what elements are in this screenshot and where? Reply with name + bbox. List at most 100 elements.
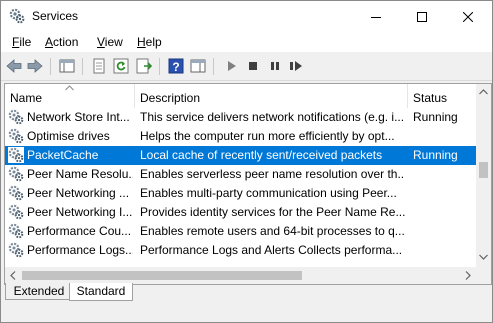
service-status: Running bbox=[413, 148, 458, 162]
pause-service-button[interactable] bbox=[266, 57, 284, 75]
service-row[interactable]: Performance Logs... Performance Logs and … bbox=[5, 241, 476, 260]
start-service-button[interactable] bbox=[222, 57, 240, 75]
pause-icon bbox=[271, 62, 279, 70]
service-name: Peer Networking I... bbox=[27, 205, 133, 219]
minimize-icon bbox=[371, 16, 381, 18]
service-status bbox=[413, 127, 475, 146]
svg-text:?: ? bbox=[172, 60, 179, 74]
services-gear-icon bbox=[9, 8, 25, 24]
back-button[interactable] bbox=[5, 57, 23, 75]
toolbar-separator bbox=[50, 58, 51, 75]
service-gear-icon bbox=[8, 223, 24, 239]
menu-bar: File Action View Help bbox=[1, 32, 492, 52]
maximize-button[interactable] bbox=[399, 1, 445, 32]
services-list: Name Description Status Network Store In… bbox=[4, 83, 492, 285]
help-button[interactable]: ? bbox=[167, 57, 185, 75]
toolbar-separator bbox=[213, 58, 214, 75]
menu-help[interactable]: Help bbox=[137, 35, 162, 49]
scroll-down-icon[interactable] bbox=[479, 254, 488, 260]
stop-icon bbox=[249, 62, 257, 70]
toolbar-separator bbox=[82, 58, 83, 75]
refresh-icon bbox=[113, 58, 129, 74]
service-name: Performance Logs... bbox=[27, 243, 133, 257]
vertical-scroll-thumb[interactable] bbox=[479, 162, 488, 178]
service-gear-icon bbox=[8, 204, 24, 220]
service-row[interactable]: Peer Name Resolu... Enables serverless pe… bbox=[5, 165, 476, 184]
restart-icon bbox=[290, 61, 302, 71]
service-name: Peer Name Resolu... bbox=[27, 167, 133, 181]
menu-file[interactable]: File bbox=[12, 35, 31, 49]
service-row[interactable]: Peer Networking ... Enables multi-party c… bbox=[5, 184, 476, 203]
scroll-left-icon[interactable] bbox=[10, 271, 16, 280]
scroll-right-icon[interactable] bbox=[465, 271, 471, 280]
refresh-button[interactable] bbox=[112, 57, 130, 75]
scroll-up-icon[interactable] bbox=[479, 89, 488, 95]
service-status: Running bbox=[413, 110, 458, 124]
column-header: Name Description Status bbox=[5, 84, 476, 108]
horizontal-scrollbar[interactable] bbox=[5, 267, 476, 284]
service-description: Helps the computer run more efficiently … bbox=[140, 129, 395, 143]
service-row[interactable]: Peer Networking I... Provides identity se… bbox=[5, 203, 476, 222]
service-gear-icon bbox=[8, 147, 24, 163]
service-status bbox=[413, 184, 475, 203]
stop-service-button[interactable] bbox=[244, 57, 262, 75]
service-status bbox=[413, 165, 475, 184]
forward-icon bbox=[27, 59, 43, 73]
service-name: PacketCache bbox=[27, 148, 99, 162]
properties-button[interactable] bbox=[90, 57, 108, 75]
horizontal-scroll-thumb[interactable] bbox=[22, 271, 302, 280]
show-hide-icon bbox=[190, 59, 206, 73]
window-title: Services bbox=[32, 9, 79, 23]
service-name: Network Store Int... bbox=[27, 110, 130, 124]
scrollbar-corner bbox=[476, 267, 491, 284]
forward-button[interactable] bbox=[26, 57, 44, 75]
column-status[interactable]: Status bbox=[408, 84, 476, 108]
service-status bbox=[413, 222, 475, 241]
status-bar bbox=[1, 302, 492, 322]
column-description[interactable]: Description bbox=[135, 84, 408, 108]
service-description: Enables serverless peer name resolution … bbox=[140, 167, 405, 181]
vertical-scrollbar[interactable] bbox=[476, 84, 491, 267]
toolbar: ? bbox=[1, 53, 492, 81]
service-gear-icon bbox=[8, 128, 24, 144]
back-icon bbox=[6, 59, 22, 73]
service-gear-icon bbox=[8, 242, 24, 258]
service-gear-icon bbox=[8, 185, 24, 201]
services-window: Services File Action View Help ? Name De… bbox=[0, 0, 493, 323]
tab-extended[interactable]: Extended bbox=[5, 283, 73, 300]
service-description: Performance Logs and Alerts Collects per… bbox=[140, 243, 403, 257]
toolbar-separator bbox=[159, 58, 160, 75]
service-description: This service delivers network notificati… bbox=[140, 110, 405, 124]
minimize-button[interactable] bbox=[353, 1, 399, 32]
close-button[interactable] bbox=[445, 1, 491, 32]
close-icon bbox=[463, 11, 473, 22]
service-row[interactable]: Performance Cou... Enables remote users a… bbox=[5, 222, 476, 241]
service-row[interactable]: PacketCache Local cache of recently sent/… bbox=[5, 146, 476, 165]
menu-view[interactable]: View bbox=[97, 35, 123, 49]
show-hide-button[interactable] bbox=[189, 57, 207, 75]
title-bar: Services bbox=[1, 1, 492, 32]
column-name[interactable]: Name bbox=[5, 84, 135, 108]
console-tree-button[interactable] bbox=[58, 57, 76, 75]
menu-action[interactable]: Action bbox=[45, 35, 78, 49]
tab-standard[interactable]: Standard bbox=[69, 283, 133, 301]
export-list-icon bbox=[136, 58, 152, 74]
service-description: Local cache of recently sent/received pa… bbox=[140, 148, 383, 162]
export-list-button[interactable] bbox=[135, 57, 153, 75]
properties-icon bbox=[93, 58, 105, 74]
service-description: Enables multi-party communication using … bbox=[140, 186, 397, 200]
service-name: Optimise drives bbox=[27, 129, 110, 143]
service-description: Enables remote users and 64-bit processe… bbox=[140, 224, 405, 238]
service-row[interactable]: Optimise drives Helps the computer run mo… bbox=[5, 127, 476, 146]
help-icon: ? bbox=[168, 58, 184, 74]
maximize-icon bbox=[417, 11, 427, 22]
service-gear-icon bbox=[8, 109, 24, 125]
view-tabs: Extended Standard bbox=[1, 283, 492, 301]
service-status bbox=[413, 203, 475, 222]
restart-service-button[interactable] bbox=[287, 57, 305, 75]
console-tree-icon bbox=[59, 59, 75, 73]
service-row[interactable]: Network Store Int... This service deliver… bbox=[5, 108, 476, 127]
service-name: Performance Cou... bbox=[27, 224, 132, 238]
service-gear-icon bbox=[8, 166, 24, 182]
service-status bbox=[413, 241, 475, 260]
